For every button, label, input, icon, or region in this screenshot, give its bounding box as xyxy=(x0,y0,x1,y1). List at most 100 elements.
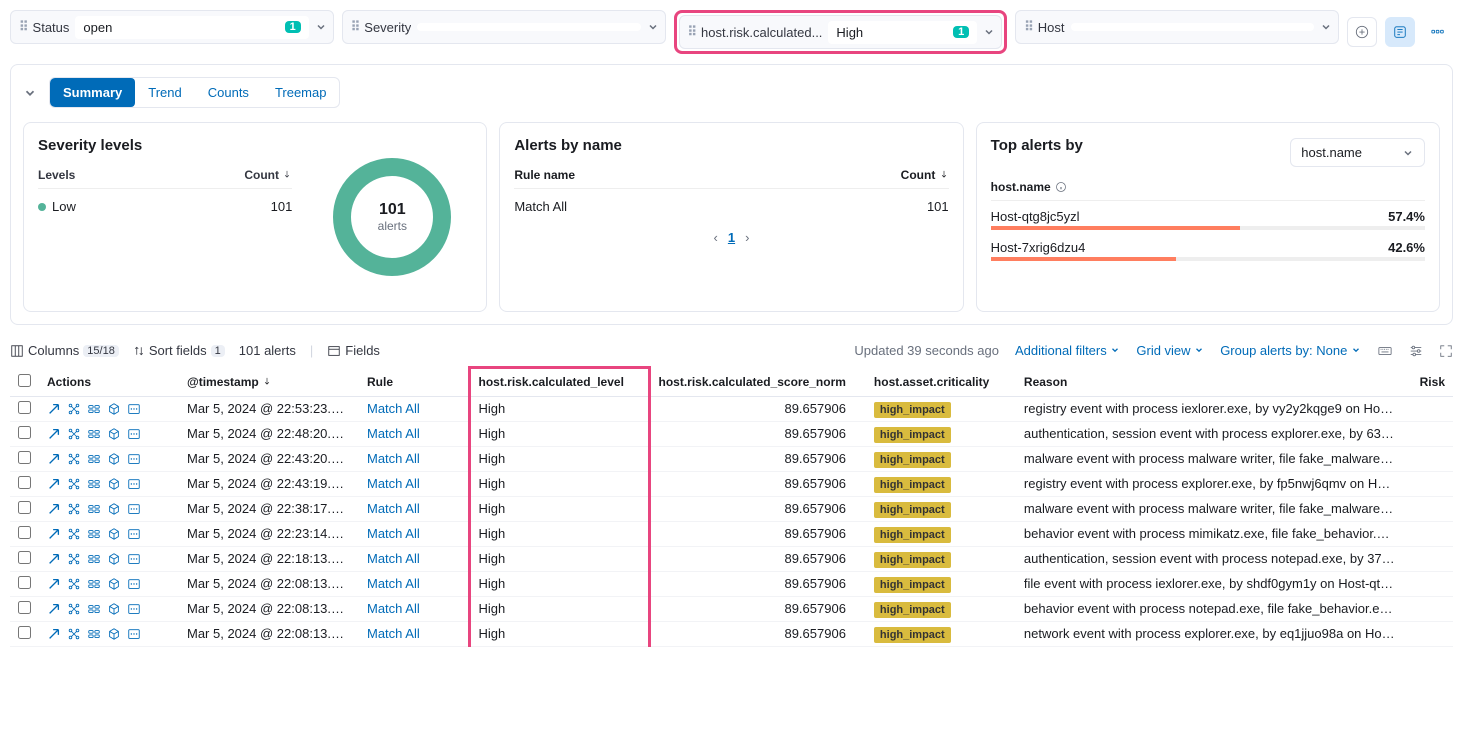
filter-status[interactable]: ⠿Statusopen1 xyxy=(10,10,334,44)
expand-icon[interactable] xyxy=(47,477,61,491)
columns-selector[interactable]: Columns 15/18 xyxy=(10,343,119,358)
header-timestamp[interactable]: @timestamp xyxy=(179,368,359,397)
analyzer-icon[interactable] xyxy=(67,577,81,591)
tab-summary[interactable]: Summary xyxy=(50,78,135,107)
expand-icon[interactable] xyxy=(47,577,61,591)
header-rule[interactable]: Rule xyxy=(359,368,469,397)
more-options-button[interactable] xyxy=(1423,17,1453,47)
page-next[interactable]: › xyxy=(745,230,749,245)
add-filter-button[interactable] xyxy=(1347,17,1377,47)
header-criticality[interactable]: host.asset.criticality xyxy=(866,368,1016,397)
row-checkbox[interactable] xyxy=(10,596,39,621)
cube-icon[interactable] xyxy=(107,502,121,516)
filter-hostriskcalculated[interactable]: ⠿host.risk.calculated...High1 xyxy=(679,15,1003,49)
sort-fields-selector[interactable]: Sort fields 1 xyxy=(133,343,225,358)
session-icon[interactable] xyxy=(87,452,101,466)
settings-icon[interactable] xyxy=(1409,344,1423,358)
session-icon[interactable] xyxy=(87,477,101,491)
cell-rule[interactable]: Match All xyxy=(359,521,469,546)
analyzer-icon[interactable] xyxy=(67,502,81,516)
header-reason[interactable]: Reason xyxy=(1016,368,1403,397)
cube-icon[interactable] xyxy=(107,577,121,591)
cell-rule[interactable]: Match All xyxy=(359,471,469,496)
fullscreen-icon[interactable] xyxy=(1439,344,1453,358)
drag-handle-icon[interactable]: ⠿ xyxy=(351,19,359,35)
session-icon[interactable] xyxy=(87,602,101,616)
cube-icon[interactable] xyxy=(107,477,121,491)
analyzer-icon[interactable] xyxy=(67,602,81,616)
row-checkbox[interactable] xyxy=(10,521,39,546)
severity-header-count[interactable]: Count xyxy=(244,168,292,182)
collapse-toggle[interactable] xyxy=(23,86,37,100)
header-risk-level[interactable]: host.risk.calculated_level xyxy=(469,368,649,397)
analyzer-icon[interactable] xyxy=(67,402,81,416)
cell-rule[interactable]: Match All xyxy=(359,546,469,571)
group-by-button[interactable]: Group alerts by: None xyxy=(1220,343,1361,358)
cube-icon[interactable] xyxy=(107,552,121,566)
analyzer-icon[interactable] xyxy=(67,477,81,491)
analyzer-icon[interactable] xyxy=(67,627,81,641)
expand-icon[interactable] xyxy=(47,402,61,416)
cube-icon[interactable] xyxy=(107,427,121,441)
filter-severity[interactable]: ⠿Severity xyxy=(342,10,666,44)
more-icon[interactable] xyxy=(127,552,141,566)
cell-rule[interactable]: Match All xyxy=(359,446,469,471)
expand-icon[interactable] xyxy=(47,427,61,441)
header-risk-score[interactable]: host.risk.calculated_score_norm xyxy=(649,368,866,397)
fields-selector[interactable]: Fields xyxy=(327,343,380,358)
more-icon[interactable] xyxy=(127,527,141,541)
page-current[interactable]: 1 xyxy=(728,230,735,245)
tab-counts[interactable]: Counts xyxy=(195,78,262,107)
timeline-button[interactable] xyxy=(1385,17,1415,47)
row-checkbox[interactable] xyxy=(10,496,39,521)
cell-rule[interactable]: Match All xyxy=(359,396,469,421)
drag-handle-icon[interactable]: ⠿ xyxy=(688,24,696,40)
row-checkbox[interactable] xyxy=(10,546,39,571)
row-checkbox[interactable] xyxy=(10,396,39,421)
top-alerts-select[interactable]: host.name xyxy=(1290,138,1425,167)
chevron-down-icon[interactable] xyxy=(647,21,659,33)
more-icon[interactable] xyxy=(127,402,141,416)
chevron-down-icon[interactable] xyxy=(983,26,995,38)
cell-rule[interactable]: Match All xyxy=(359,596,469,621)
more-icon[interactable] xyxy=(127,427,141,441)
tab-treemap[interactable]: Treemap xyxy=(262,78,340,107)
session-icon[interactable] xyxy=(87,527,101,541)
more-icon[interactable] xyxy=(127,477,141,491)
grid-view-button[interactable]: Grid view xyxy=(1136,343,1204,358)
additional-filters-button[interactable]: Additional filters xyxy=(1015,343,1120,358)
expand-icon[interactable] xyxy=(47,502,61,516)
analyzer-icon[interactable] xyxy=(67,552,81,566)
expand-icon[interactable] xyxy=(47,527,61,541)
more-icon[interactable] xyxy=(127,602,141,616)
cell-rule[interactable]: Match All xyxy=(359,421,469,446)
session-icon[interactable] xyxy=(87,502,101,516)
cube-icon[interactable] xyxy=(107,527,121,541)
drag-handle-icon[interactable]: ⠿ xyxy=(19,19,27,35)
header-checkbox[interactable] xyxy=(10,368,39,397)
session-icon[interactable] xyxy=(87,552,101,566)
cell-rule[interactable]: Match All xyxy=(359,621,469,646)
expand-icon[interactable] xyxy=(47,552,61,566)
expand-icon[interactable] xyxy=(47,452,61,466)
keyboard-icon[interactable] xyxy=(1377,344,1393,358)
row-checkbox[interactable] xyxy=(10,421,39,446)
expand-icon[interactable] xyxy=(47,627,61,641)
session-icon[interactable] xyxy=(87,627,101,641)
cube-icon[interactable] xyxy=(107,402,121,416)
chevron-down-icon[interactable] xyxy=(315,21,327,33)
cell-rule[interactable]: Match All xyxy=(359,571,469,596)
analyzer-icon[interactable] xyxy=(67,527,81,541)
session-icon[interactable] xyxy=(87,402,101,416)
more-icon[interactable] xyxy=(127,452,141,466)
row-checkbox[interactable] xyxy=(10,471,39,496)
drag-handle-icon[interactable]: ⠿ xyxy=(1024,19,1032,35)
more-icon[interactable] xyxy=(127,502,141,516)
session-icon[interactable] xyxy=(87,427,101,441)
page-prev[interactable]: ‹ xyxy=(714,230,718,245)
more-icon[interactable] xyxy=(127,627,141,641)
expand-icon[interactable] xyxy=(47,602,61,616)
cell-rule[interactable]: Match All xyxy=(359,496,469,521)
cube-icon[interactable] xyxy=(107,602,121,616)
row-checkbox[interactable] xyxy=(10,446,39,471)
